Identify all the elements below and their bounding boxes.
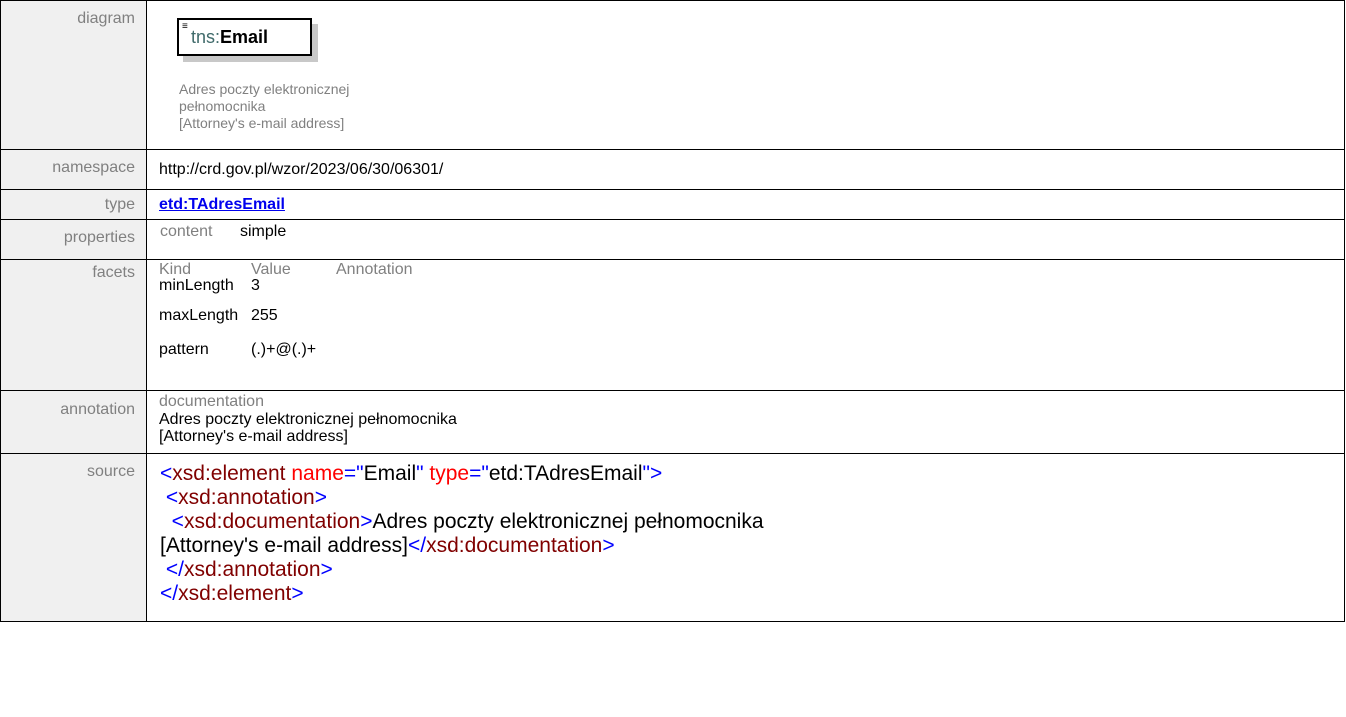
element-prefix: tns: (191, 27, 221, 47)
facets-table: Kind Value Annotation minLength 3 maxLen… (159, 261, 1344, 373)
label-annotation: annotation (0, 390, 147, 454)
row-properties: properties content simple (0, 219, 1345, 260)
element-box[interactable]: ≡ tns:Email (177, 18, 312, 56)
row-namespace: namespace http://crd.gov.pl/wzor/2023/06… (0, 149, 1345, 190)
element-icon: ≡ (182, 21, 188, 32)
type-link[interactable]: etd:TAdresEmail (159, 190, 285, 214)
documentation-text: Adres poczty elektronicznej pełnomocnika… (159, 411, 457, 445)
row-diagram: diagram ≡ tns:Email Adres poczty elektro… (0, 0, 1345, 150)
namespace-value: http://crd.gov.pl/wzor/2023/06/30/06301/ (159, 161, 444, 178)
label-source: source (0, 453, 147, 622)
source-line: </xsd:element> (160, 582, 304, 605)
element-doc-caption: Adres poczty elektronicznej pełnomocnika… (179, 81, 350, 131)
facet-value: 255 (251, 307, 278, 324)
property-key: content (160, 223, 213, 240)
source-line: [Attorney's e-mail address]</xsd:documen… (160, 534, 615, 557)
label-facets: facets (0, 259, 147, 391)
facet-annotation (336, 339, 1344, 373)
facet-value: 3 (251, 277, 260, 294)
element-doc-table: diagram ≡ tns:Email Adres poczty elektro… (0, 0, 1345, 622)
documentation-heading: documentation (159, 393, 264, 410)
row-annotation: annotation documentation Adres poczty el… (0, 390, 1345, 454)
facet-kind: maxLength (159, 307, 239, 324)
source-line: </xsd:annotation> (160, 558, 333, 581)
facet-header-kind: Kind (159, 261, 192, 278)
row-facets: facets Kind Value Annotation minLength 3… (0, 259, 1345, 391)
source-line: <xsd:element name="Email" type="etd:TAdr… (160, 462, 663, 485)
facet-annotation (336, 277, 1344, 305)
row-type: type etd:TAdresEmail (0, 189, 1345, 220)
facet-header-annotation: Annotation (336, 261, 413, 278)
row-source: source <xsd:element name="Email" type="e… (0, 453, 1345, 622)
facet-kind: pattern (159, 341, 209, 358)
property-pair: content simple (159, 220, 1344, 241)
facet-annotation (336, 305, 1344, 339)
source-line: <xsd:documentation>Adres poczty elektron… (160, 510, 764, 533)
label-type: type (0, 189, 147, 220)
facet-header-value: Value (251, 261, 291, 278)
diagram-cell: ≡ tns:Email Adres poczty elektronicznej … (146, 0, 1345, 150)
element-diagram: ≡ tns:Email Adres poczty elektronicznej … (159, 1, 1344, 149)
property-value: simple (240, 223, 287, 240)
label-namespace: namespace (0, 149, 147, 190)
element-name: Email (220, 27, 269, 47)
source-code: <xsd:element name="Email" type="etd:TAdr… (160, 454, 1344, 606)
facet-kind: minLength (159, 277, 234, 294)
facet-value: (.)+@(.)+ (251, 341, 317, 358)
source-line: <xsd:annotation> (160, 486, 327, 509)
label-properties: properties (0, 219, 147, 260)
label-diagram: diagram (0, 0, 147, 150)
